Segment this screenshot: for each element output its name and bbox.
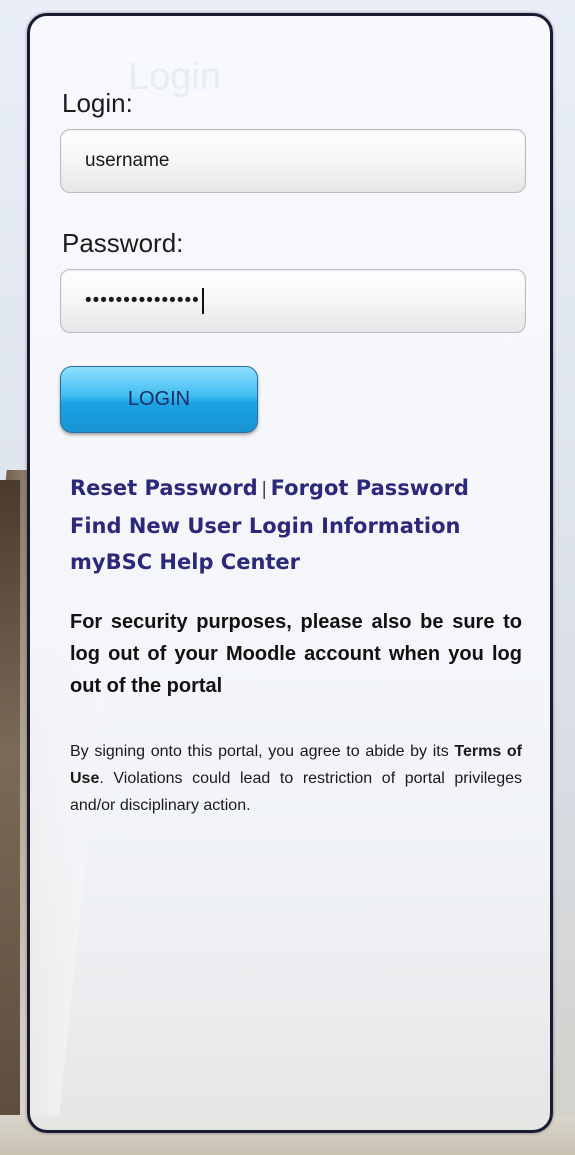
password-input[interactable]: ••••••••••••••• <box>60 269 526 333</box>
terms-suffix: . Violations could lead to restriction o… <box>70 770 522 814</box>
password-label: Password: <box>62 228 184 258</box>
link-separator: | <box>261 479 267 500</box>
text-cursor <box>201 288 204 314</box>
help-center-row: myBSC Help Center <box>70 544 530 580</box>
reset-password-link[interactable]: Reset Password <box>70 476 258 500</box>
find-user-row: Find New User Login Information <box>70 508 530 544</box>
find-new-user-link[interactable]: Find New User Login Information <box>70 514 460 538</box>
login-panel: Login Login: username Password: ••••••••… <box>27 13 553 1133</box>
password-links-row: Reset Password | Forgot Password <box>70 470 530 508</box>
login-label: Login: <box>62 88 133 118</box>
background-building-shadow <box>0 480 20 1155</box>
username-input[interactable]: username <box>60 129 526 193</box>
terms-prefix: By signing onto this portal, you agree t… <box>70 743 455 760</box>
forgot-password-link[interactable]: Forgot Password <box>271 476 469 500</box>
terms-notice: By signing onto this portal, you agree t… <box>70 738 522 819</box>
login-button[interactable]: LOGIN <box>60 366 258 433</box>
help-links: Reset Password | Forgot Password Find New … <box>70 470 530 580</box>
help-center-link[interactable]: myBSC Help Center <box>70 550 300 574</box>
password-value: ••••••••••••••• <box>85 290 200 311</box>
username-value: username <box>85 150 170 171</box>
panel-watermark-title: Login <box>128 56 221 98</box>
security-notice: For security purposes, please also be su… <box>70 611 522 697</box>
